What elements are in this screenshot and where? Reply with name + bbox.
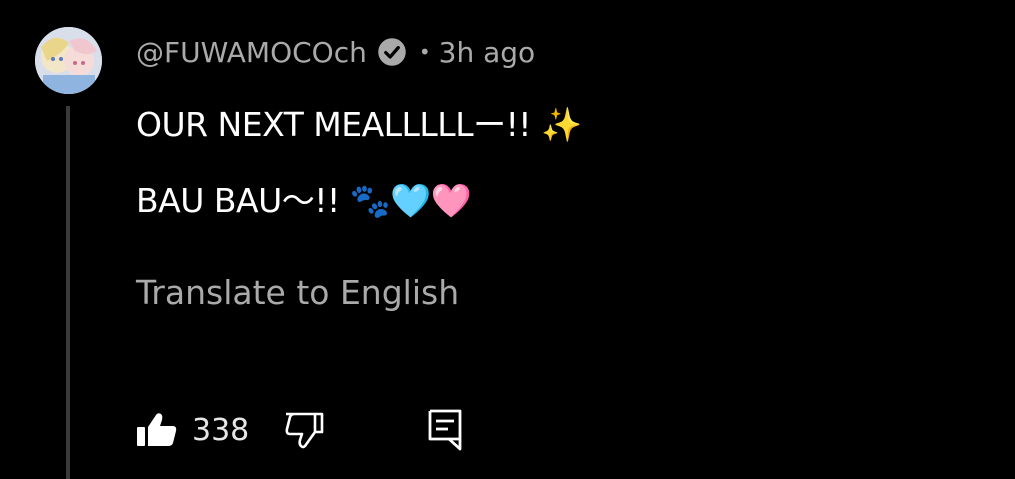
like-count: 338: [192, 412, 250, 448]
avatar[interactable]: [35, 27, 102, 94]
thread-line: [66, 106, 70, 479]
comment: @FUWAMOCOch • 3h ago OUR NEXT MEALLLLLー!…: [0, 0, 1015, 479]
dislike-button[interactable]: [283, 411, 325, 449]
verified-check-icon: [377, 37, 407, 67]
comment-header: @FUWAMOCOch • 3h ago: [136, 30, 535, 74]
thumbs-up-icon: [136, 412, 178, 448]
like-button[interactable]: 338: [136, 412, 249, 448]
reply-comment-icon: [427, 408, 463, 452]
comment-text-line-2: BAU BAU〜!! 🐾🩵🩷: [136, 181, 472, 220]
thumbs-down-icon: [283, 411, 325, 449]
author-name[interactable]: @FUWAMOCOch: [136, 36, 367, 69]
translate-button[interactable]: Translate to English: [136, 273, 459, 312]
comment-text-line-1: OUR NEXT MEALLLLLー!! ✨: [136, 105, 582, 144]
separator-dot: •: [418, 40, 431, 64]
reply-button[interactable]: [427, 408, 463, 452]
timestamp[interactable]: 3h ago: [439, 36, 536, 69]
comment-actions: 338: [136, 406, 463, 454]
